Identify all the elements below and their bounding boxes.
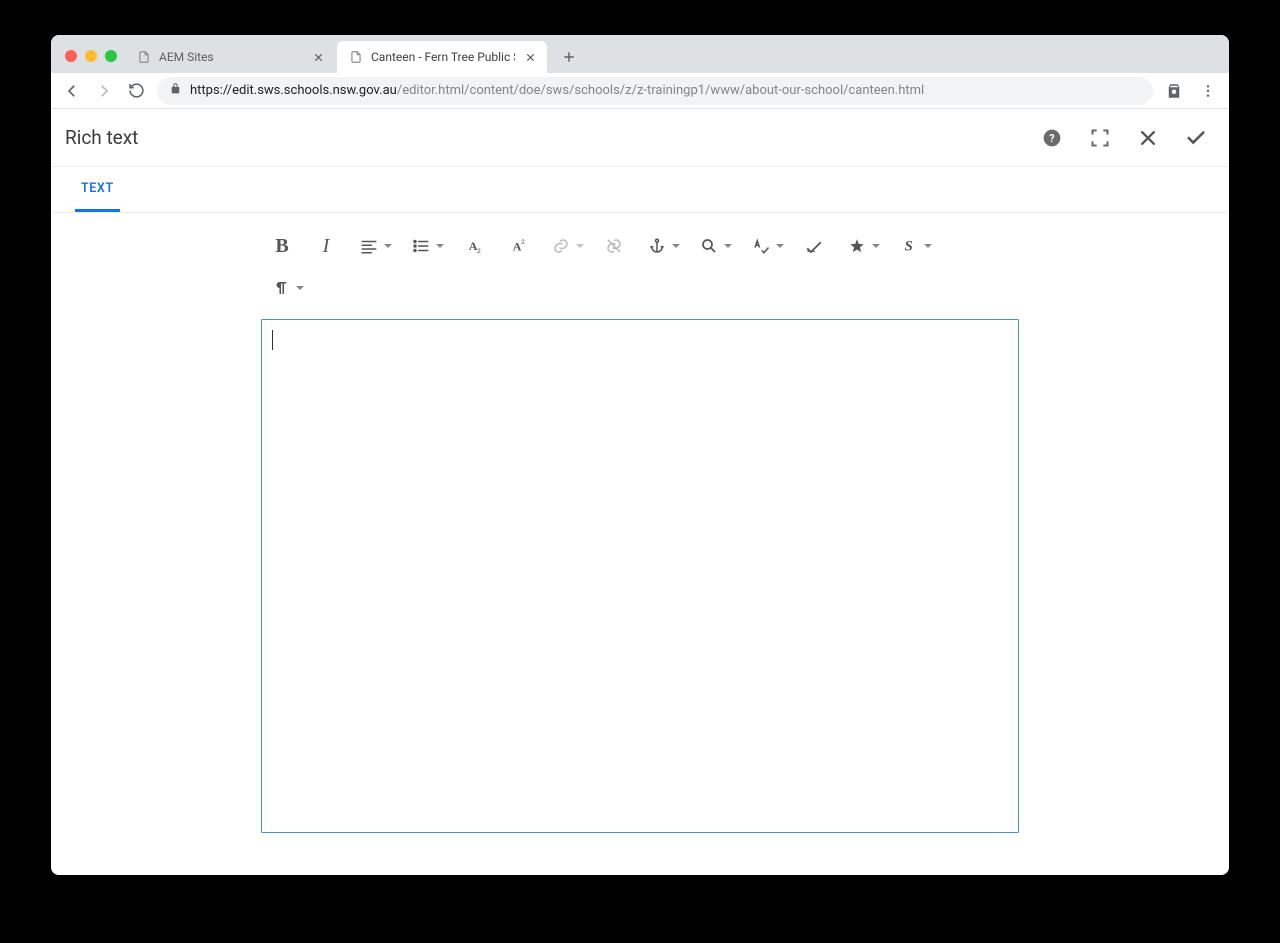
- page-icon: [349, 50, 363, 64]
- dialog-header: Rich text ?: [51, 109, 1229, 167]
- hyperlink-button[interactable]: [540, 229, 592, 263]
- spellcheck-button[interactable]: [740, 229, 792, 263]
- fullscreen-icon[interactable]: [1089, 127, 1111, 149]
- tab-title: AEM Sites: [159, 50, 303, 64]
- url-field[interactable]: https://edit.sws.schools.nsw.gov.au/edit…: [157, 77, 1153, 105]
- list-button[interactable]: [400, 229, 452, 263]
- svg-text:2: 2: [477, 247, 481, 255]
- url-text: https://edit.sws.schools.nsw.gov.au/edit…: [190, 83, 924, 98]
- dialog-tabs: TEXT: [51, 167, 1229, 213]
- browser-tab-canteen[interactable]: Canteen - Fern Tree Public Sch: [337, 41, 547, 73]
- minimize-window-button[interactable]: [85, 50, 97, 62]
- dialog-title: Rich text: [65, 126, 138, 149]
- window-controls: [57, 50, 125, 73]
- close-window-button[interactable]: [65, 50, 77, 62]
- tab-text[interactable]: TEXT: [75, 167, 120, 212]
- richtext-toolbar: B I A2 A2: [260, 229, 1020, 315]
- url-path: /editor.html/content/doe/sws/schools/z/z…: [397, 83, 924, 98]
- back-button[interactable]: [61, 80, 83, 102]
- address-bar: https://edit.sws.schools.nsw.gov.au/edit…: [51, 73, 1229, 109]
- done-button[interactable]: [1185, 127, 1207, 149]
- richtext-area: B I A2 A2: [51, 213, 1229, 833]
- paragraph-format-button[interactable]: [260, 271, 312, 305]
- aem-editor: Rich text ? TEXT B: [51, 109, 1229, 875]
- bold-button[interactable]: B: [260, 229, 304, 263]
- close-tab-icon[interactable]: [523, 50, 537, 64]
- find-replace-button[interactable]: [688, 229, 740, 263]
- maximize-window-button[interactable]: [105, 50, 117, 62]
- tab-strip: AEM Sites Canteen - Fern Tree Public Sch: [51, 35, 1229, 73]
- anchor-button[interactable]: [636, 229, 688, 263]
- lock-icon: [169, 82, 182, 99]
- superscript-button[interactable]: A2: [496, 229, 540, 263]
- dialog-actions: ?: [1041, 127, 1207, 149]
- svg-text:S: S: [905, 239, 913, 255]
- forward-button[interactable]: [93, 80, 115, 102]
- cancel-button[interactable]: [1137, 127, 1159, 149]
- text-cursor: [272, 330, 273, 350]
- browser-tab-aem-sites[interactable]: AEM Sites: [125, 41, 335, 73]
- richtext-editor[interactable]: [261, 319, 1019, 833]
- special-chars-button[interactable]: [836, 229, 888, 263]
- svg-text:?: ?: [1049, 131, 1054, 144]
- new-tab-button[interactable]: [555, 43, 583, 71]
- reload-button[interactable]: [125, 80, 147, 102]
- align-button[interactable]: [348, 229, 400, 263]
- chrome-menu-icon[interactable]: [1197, 80, 1219, 102]
- tab-title: Canteen - Fern Tree Public Sch: [371, 50, 515, 64]
- account-icon[interactable]: [1163, 80, 1185, 102]
- spellcheck-toggle-button[interactable]: [792, 229, 836, 263]
- source-edit-button[interactable]: S: [888, 229, 940, 263]
- url-host: https://edit.sws.schools.nsw.gov.au: [190, 83, 397, 98]
- browser-window: AEM Sites Canteen - Fern Tree Public Sch: [51, 35, 1229, 875]
- subscript-button[interactable]: A2: [452, 229, 496, 263]
- close-tab-icon[interactable]: [311, 50, 325, 64]
- help-icon[interactable]: ?: [1041, 127, 1063, 149]
- svg-text:2: 2: [521, 238, 525, 246]
- unlink-button[interactable]: [592, 229, 636, 263]
- italic-button[interactable]: I: [304, 229, 348, 263]
- page-icon: [137, 50, 151, 64]
